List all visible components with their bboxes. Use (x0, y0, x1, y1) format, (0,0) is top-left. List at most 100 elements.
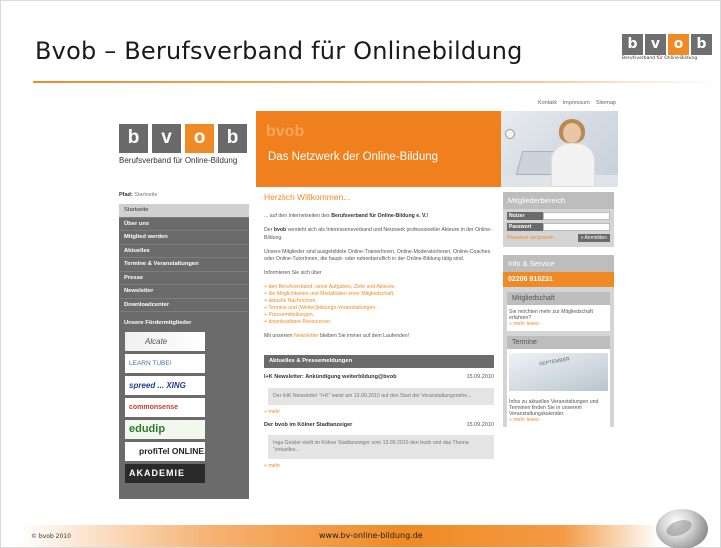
sponsor-logo-commonsense[interactable]: commonsense (125, 398, 205, 417)
phone-number: 02206 910231 (503, 272, 614, 287)
news-more-link[interactable]: » mehr (264, 463, 494, 470)
forgot-password-link[interactable]: Passwort vergessen (507, 235, 554, 241)
about-bold: bvob (273, 227, 287, 234)
events-text: Infos zu aktuellen Veranstaltungen und T… (509, 399, 599, 417)
username-label: Nutzer (507, 212, 543, 220)
photo-person-body (551, 143, 595, 187)
news-excerpt: Der IHK Newsletter "I+K" weist am 13.09.… (268, 387, 494, 405)
info-link-ressourcen[interactable]: downloadbare Ressourcen. (264, 319, 494, 326)
nav-item-startseite[interactable]: Startseite (119, 204, 249, 218)
slide-title: Bvob – Berufsverband für Onlinebildung (35, 37, 523, 65)
inform-paragraph: Informieren Sie sich über (264, 269, 322, 276)
newsletter-post: bleiben Sie immer auf dem Laufenden! (319, 332, 410, 339)
sponsor-logo-profitel[interactable]: profiTel ONLINE.de (125, 442, 205, 461)
header-banner: bvob Das Netzwerk der Online-Bildung (256, 111, 501, 187)
sponsor-logo-edudip[interactable]: edudip (125, 420, 205, 439)
main-content: Herzlich Willkommen... ... auf den Inter… (264, 192, 494, 470)
logo-letter-b2: b (691, 34, 712, 55)
logo-letter-v: v (645, 34, 666, 55)
membership-heading: Mitgliedschaft (507, 292, 610, 305)
nav-item-ueber-uns[interactable]: Über uns (119, 218, 249, 231)
photo-person-head (563, 123, 581, 143)
site-logo[interactable]: b v o b Berufsverband für Online-Bildung (119, 124, 249, 165)
intro-paragraph: ... auf den Internetseiten des Berufsver… (264, 213, 494, 220)
topnav-impressum[interactable]: Impressum (563, 100, 590, 106)
title-underline (33, 81, 718, 83)
sponsor-logo-learntube[interactable]: LEARN TUBE! (125, 354, 205, 373)
header-photo (501, 111, 618, 187)
news-more-link[interactable]: » mehr (264, 409, 494, 416)
members-area-heading: Mitgliederbereich (503, 192, 614, 209)
logo-letter-b: b (622, 34, 643, 55)
slide-logo: b v o b Berufsverband für Online-Bildung (622, 34, 714, 61)
about-paragraph: Der bvob versteht sich als Interessensve… (264, 227, 494, 241)
intro-bold: Berufsverband für Online-Bildung e. V.! (331, 213, 429, 220)
membership-text: Sie möchten mehr zur Mitgliedschaft erfa… (509, 309, 593, 321)
nav-item-presse[interactable]: Presse (119, 272, 249, 285)
website-screenshot: Kontakt Impressum Sitemap b v o b Berufs… (111, 96, 618, 499)
about-pre: Der (264, 227, 273, 234)
news-item: Der bvob im Kölner Stadtanzeiger 15.09.2… (264, 422, 494, 470)
info-link-list: den Berufsverband, seine Aufgaben, Ziele… (264, 284, 494, 326)
about-post: versteht sich als Interessensverband und… (264, 227, 492, 241)
footer-copyright: © bvob 2010 (31, 533, 71, 540)
username-input[interactable] (543, 212, 610, 220)
events-more-link[interactable]: » mehr lesen (509, 417, 608, 423)
members-paragraph: Unsere Mitglieder sind ausgebildete Onli… (264, 248, 491, 262)
news-title[interactable]: Der bvob im Kölner Stadtanzeiger (264, 422, 352, 429)
presentation-slide: Bvob – Berufsverband für Onlinebildung b… (0, 0, 721, 548)
events-heading: Termine (507, 336, 610, 349)
brand-letter-b: b (119, 124, 148, 153)
footer-url: www.bv-online-bildung.de (319, 531, 423, 540)
nav-item-mitglied-werden[interactable]: Mitglied werden (119, 231, 249, 245)
nav-item-termine[interactable]: Termine & Veranstaltungen (119, 258, 249, 272)
events-box: Termine SEPTEMBER Infos zu aktuellen Ver… (507, 336, 610, 427)
info-link-berufsverband[interactable]: den Berufsverband, seine Aufgaben, Ziele… (264, 284, 494, 291)
welcome-heading: Herzlich Willkommen... (264, 192, 351, 202)
sponsor-logo-akademie[interactable]: AKADEMIE (125, 464, 205, 483)
calendar-image: SEPTEMBER (509, 353, 608, 391)
globe-icon (656, 509, 708, 548)
nav-item-aktuelles[interactable]: Aktuelles (119, 245, 249, 258)
calendar-month: SEPTEMBER (538, 356, 571, 368)
brand-caption: Berufsverband für Online-Bildung (119, 156, 238, 165)
info-link-nachrichten[interactable]: aktuelle Nachrichten, (264, 298, 494, 305)
topnav-sitemap[interactable]: Sitemap (596, 100, 616, 106)
brand-letter-v: v (152, 124, 181, 153)
slide-logo-caption: Berufsverband für Online-Bildung (622, 56, 698, 61)
breadcrumb-label: Pfad: (119, 192, 133, 198)
sponsors-heading: Unsere Fördermitglieder (124, 320, 192, 326)
logo-letter-o: o (668, 34, 689, 55)
newsletter-paragraph: Mit unserem Newsletter bleiben Sie immer… (264, 333, 494, 340)
info-link-mitgliedschaft[interactable]: die Möglichkeiten und Modalitäten einer … (264, 291, 494, 298)
clock-icon (505, 129, 515, 139)
nav-item-downloadcenter[interactable]: Downloadcenter (119, 299, 249, 312)
news-date: 15.09.2010 (466, 374, 494, 381)
news-heading: Aktuelles & Pressemeldungen (264, 354, 494, 369)
right-sidebar: Mitgliederbereich Nutzer Passwort Passwo… (503, 192, 614, 427)
members-login-panel: Mitgliederbereich Nutzer Passwort Passwo… (503, 192, 614, 247)
news-item: I+K Newsletter: Ankündigung weiterbildun… (264, 374, 494, 415)
info-service-panel: Info & Service 02206 910231 Mitgliedscha… (503, 255, 614, 427)
sponsor-logo-alcate[interactable]: Alcate (125, 332, 205, 351)
brand-letter-b2: b (218, 124, 247, 153)
breadcrumb-current[interactable]: Startseite (134, 192, 157, 198)
banner-slogan: Das Netzwerk der Online-Bildung (268, 151, 439, 163)
intro-text: ... auf den Internetseiten des (264, 213, 330, 220)
topnav-kontakt[interactable]: Kontakt (538, 100, 557, 106)
membership-more-link[interactable]: » mehr lesen (509, 321, 608, 327)
top-navigation: Kontakt Impressum Sitemap (538, 100, 616, 106)
breadcrumb: Pfad: Startseite (119, 192, 158, 198)
password-input[interactable] (543, 223, 610, 231)
password-label: Passwort (507, 223, 543, 231)
news-title[interactable]: I+K Newsletter: Ankündigung weiterbildun… (264, 374, 396, 381)
nav-item-newsletter[interactable]: Newsletter (119, 285, 249, 299)
sponsor-logo-spreed-xing[interactable]: spreed ... XING (125, 376, 205, 395)
newsletter-link[interactable]: Newsletter (294, 333, 319, 339)
newsletter-pre: Mit unserem (264, 332, 293, 339)
login-button[interactable]: » Anmelden (577, 234, 610, 242)
news-date: 15.09.2010 (466, 421, 494, 428)
info-link-presse[interactable]: Pressemitteilungen, (264, 312, 494, 319)
info-service-heading: Info & Service (503, 255, 614, 272)
info-link-termine[interactable]: Termine und (Weiter)bildungs-Veranstaltu… (264, 305, 494, 312)
